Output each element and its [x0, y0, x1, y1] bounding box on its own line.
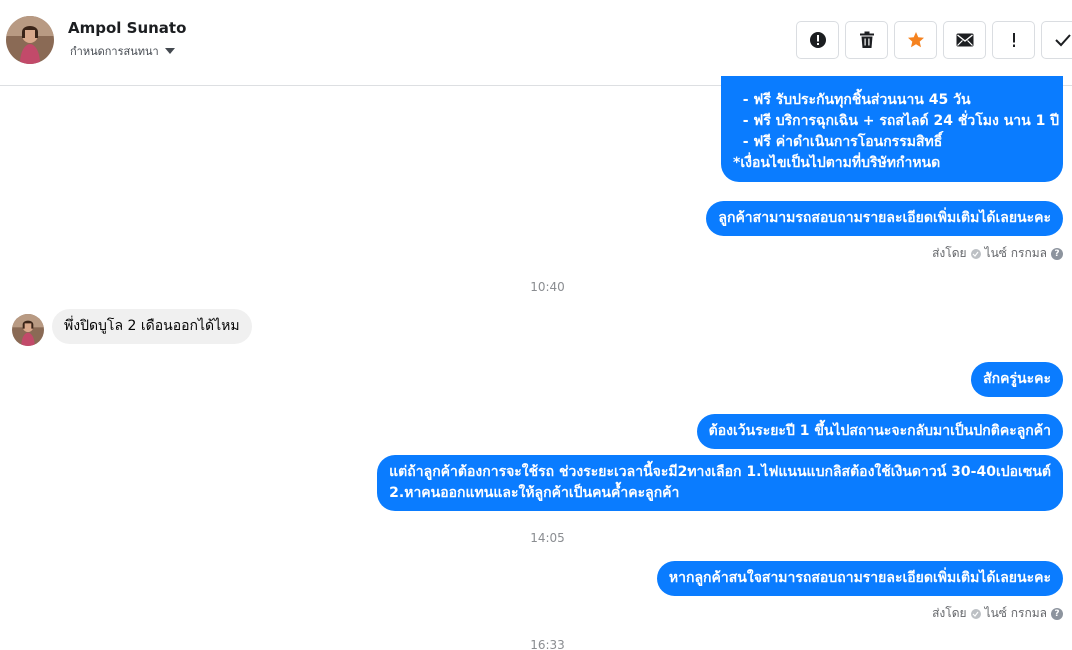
help-icon[interactable]: ? — [1051, 247, 1063, 260]
mark-unread-button[interactable] — [943, 21, 986, 59]
alert-circle-icon — [809, 32, 826, 48]
caret-down-icon — [164, 48, 175, 54]
contact-avatar-small[interactable] — [12, 314, 44, 346]
contact-name[interactable]: Ampol Sunato — [68, 19, 186, 37]
message-text: หากลูกค้าสนใจสามารถสอบถามรายละเอียดเพิ่ม… — [668, 570, 1051, 586]
message-line: 2.หาคนออกแทนและให้ลูกค้าเป็นคนค้ำคะลูกค้… — [389, 485, 680, 501]
sent-by-status: ส่งโดย ไนซ์ กรกมล ? — [932, 244, 1063, 263]
timestamp: 14:05 — [530, 531, 565, 545]
exclamation-icon — [1012, 33, 1015, 47]
assign-conversation-dropdown[interactable]: กำหนดการสนทนา — [70, 42, 175, 60]
incoming-message[interactable]: พึ่งปิดบูโล 2 เดือนออกได้ไหม — [52, 309, 252, 344]
sent-by-status: ส่งโดย ไนซ์ กรกมล ? — [932, 604, 1063, 623]
done-button[interactable] — [1041, 21, 1072, 59]
assign-label: กำหนดการสนทนา — [70, 45, 159, 58]
outgoing-message[interactable]: ลูกค้าสามามรถสอบถามรายละเอียดเพิ่มเติมได… — [706, 201, 1063, 236]
message-text: สักครู่นะคะ — [983, 371, 1051, 387]
delete-button[interactable] — [845, 21, 888, 59]
follow-up-button[interactable] — [992, 21, 1035, 59]
message-line: - ฟรี บริการฉุกเฉิน + รถสไลด์ 24 ชั่วโมง… — [733, 113, 1060, 129]
header-actions — [796, 21, 1072, 59]
mail-icon — [956, 33, 973, 47]
message-line: - ฟรี ค่าดำเนินการโอนกรรมสิทธิ์ — [733, 134, 943, 150]
sent-check-icon — [970, 248, 981, 259]
message-line: *เงื่อนไขเป็นไปตามที่บริษัทกำหนด — [733, 155, 941, 171]
outgoing-message[interactable]: หากลูกค้าสนใจสามารถสอบถามรายละเอียดเพิ่ม… — [656, 561, 1063, 596]
sent-by-label: ส่งโดย — [932, 246, 967, 260]
message-text: ลูกค้าสามามรถสอบถามรายละเอียดเพิ่มเติมได… — [718, 210, 1051, 226]
help-icon[interactable]: ? — [1051, 607, 1063, 620]
conversation-header: Ampol Sunato กำหนดการสนทนา — [0, 0, 1072, 86]
contact-avatar[interactable] — [6, 16, 54, 64]
message-text: ต้องเว้นระยะปี 1 ขึ้นไปสถานะจะกลับมาเป็น… — [708, 423, 1051, 439]
message-line: - ฟรี รับประกันทุกชิ้นส่วนนาน 45 วัน — [733, 92, 971, 108]
star-icon — [907, 32, 924, 48]
message-line: แต่ถ้าลูกค้าต้องการจะใช้รถ ช่วงระยะเวลาน… — [389, 464, 1051, 480]
outgoing-message[interactable]: ต้องเว้นระยะปี 1 ขึ้นไปสถานะจะกลับมาเป็น… — [696, 414, 1063, 449]
outgoing-message[interactable]: - ฟรี รับประกันทุกชิ้นส่วนนาน 45 วัน - ฟ… — [721, 76, 1063, 182]
timestamp: 10:40 — [530, 280, 565, 294]
star-button[interactable] — [894, 21, 937, 59]
check-icon — [1054, 34, 1071, 47]
outgoing-message[interactable]: สักครู่นะคะ — [971, 362, 1063, 397]
agent-name[interactable]: ไนซ์ กรกมล — [985, 604, 1047, 623]
outgoing-message[interactable]: แต่ถ้าลูกค้าต้องการจะใช้รถ ช่วงระยะเวลาน… — [377, 455, 1063, 511]
trash-icon — [859, 31, 874, 48]
timestamp: 16:33 — [530, 638, 565, 650]
sent-check-icon — [970, 608, 981, 619]
agent-name[interactable]: ไนซ์ กรกมล — [985, 244, 1047, 263]
spam-button[interactable] — [796, 21, 839, 59]
message-text: พึ่งปิดบูโล 2 เดือนออกได้ไหม — [64, 318, 240, 334]
sent-by-label: ส่งโดย — [932, 606, 967, 620]
